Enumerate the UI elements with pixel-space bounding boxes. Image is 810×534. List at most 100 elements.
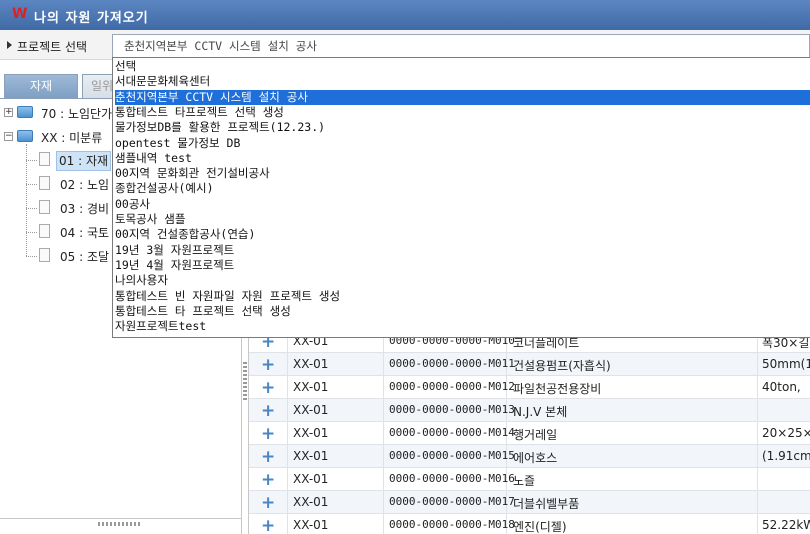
name-cell: N.J.V 본체 <box>513 405 568 419</box>
project-option[interactable]: 자원프로젝트test <box>115 319 810 334</box>
project-option[interactable]: 00지역 문화회관 전기설비공사 <box>115 166 810 181</box>
tree-item-child-03[interactable]: 03 : 경비 <box>60 200 109 220</box>
tree-item-unclassified[interactable]: XX : 미분류 <box>41 129 102 149</box>
tree-item-labor[interactable]: 70 : 노임단가 <box>41 105 112 125</box>
name-cell: 에어호스 <box>513 451 558 465</box>
column-separator <box>383 399 384 422</box>
category-cell: XX-01 <box>293 380 329 394</box>
tree-connector <box>26 232 37 233</box>
tree-connector <box>26 256 37 257</box>
category-cell: XX-01 <box>293 518 329 532</box>
project-option[interactable]: 춘천지역본부 CCTV 시스템 설치 공사 <box>115 89 810 105</box>
project-option[interactable]: 통합테스트 타프로젝트 선택 생성 <box>115 105 810 120</box>
spec-cell: 52.22kW, <box>762 518 810 532</box>
tree-connector <box>26 184 37 185</box>
column-separator <box>287 468 288 491</box>
panel-divider <box>0 518 242 519</box>
column-separator <box>287 353 288 376</box>
column-separator <box>383 422 384 445</box>
vertical-splitter-grip[interactable] <box>243 360 247 400</box>
collapse-icon[interactable]: − <box>4 132 13 141</box>
document-icon <box>39 176 50 190</box>
project-option[interactable]: 통합테스트 타 프로젝트 선택 생성 <box>115 304 810 319</box>
tree-item-child-05[interactable]: 05 : 조달 <box>60 248 109 268</box>
resource-grid: + XX-01 0000-0000-0000-M010 코너플레이트 폭30×길 + XX-… <box>248 330 810 534</box>
name-cell: 파일천공전용장비 <box>513 382 602 396</box>
project-option[interactable]: 서대문문화체육센터 <box>115 74 810 89</box>
add-icon[interactable]: + <box>261 493 275 513</box>
code-cell: 0000-0000-0000-M016 <box>389 472 515 485</box>
code-cell: 0000-0000-0000-M012 <box>389 380 515 393</box>
project-option[interactable]: opentest 물가정보 DB <box>115 136 810 151</box>
window-title: 나의 자원 가져오기 <box>34 11 149 26</box>
column-separator <box>757 445 758 468</box>
table-row[interactable]: + XX-01 0000-0000-0000-M013 N.J.V 본체 <box>249 399 810 422</box>
horizontal-splitter-grip[interactable] <box>98 522 142 526</box>
project-option[interactable]: 토목공사 샘플 <box>115 212 810 227</box>
category-cell: XX-01 <box>293 426 329 440</box>
column-separator <box>287 422 288 445</box>
table-row[interactable]: + XX-01 0000-0000-0000-M014 행거레일 20×25× <box>249 422 810 445</box>
column-separator <box>757 353 758 376</box>
add-icon[interactable]: + <box>261 447 275 467</box>
column-separator <box>383 376 384 399</box>
folder-icon <box>17 106 33 118</box>
add-icon[interactable]: + <box>261 401 275 421</box>
tree-connector <box>26 208 37 209</box>
table-row[interactable]: + XX-01 0000-0000-0000-M015에어호스 (1.91cm) <box>249 445 810 468</box>
column-separator <box>287 399 288 422</box>
table-row[interactable]: + XX-01 0000-0000-0000-M016 노즐 <box>249 468 810 491</box>
tree-item-child-01[interactable]: 01 : 자재 <box>56 151 112 171</box>
code-cell: 0000-0000-0000-M017 <box>389 495 515 508</box>
table-row[interactable]: + XX-01 0000-0000-0000-M018엔진(디젤) 52.22kW, <box>249 514 810 534</box>
column-separator <box>757 491 758 514</box>
tree-connector <box>26 160 37 161</box>
spec-cell: (1.91cm) <box>762 449 810 463</box>
project-option[interactable]: 선택 <box>115 59 810 74</box>
category-cell: XX-01 <box>293 403 329 417</box>
spec-cell: 40ton, <box>762 380 801 394</box>
project-option[interactable]: 나의사용자 <box>115 273 810 288</box>
project-select-value[interactable]: 춘천지역본부 CCTV 시스템 설치 공사 <box>124 38 317 54</box>
expand-icon[interactable]: + <box>4 108 13 117</box>
name-cell: 노즐 <box>513 474 536 488</box>
triangle-right-icon <box>7 41 12 49</box>
spec-cell: 20×25× <box>762 426 810 440</box>
table-row[interactable]: + XX-01 0000-0000-0000-M012 파일천공전용장비 40ton, <box>249 376 810 399</box>
table-row[interactable]: + XX-01 0000-0000-0000-M017 더블쉬벨부품 <box>249 491 810 514</box>
tree-item-child-04[interactable]: 04 : 국토 <box>60 224 109 244</box>
spec-cell: 50mm(1.4 <box>762 357 810 371</box>
tab-material[interactable]: 자재 <box>4 74 78 98</box>
category-cell: XX-01 <box>293 472 329 486</box>
name-cell: 행거레일 <box>513 428 558 442</box>
project-option[interactable]: 통합테스트 빈 자원파일 자원 프로젝트 생성 <box>115 289 810 304</box>
column-separator <box>383 468 384 491</box>
column-separator <box>757 514 758 534</box>
tree-item-child-02[interactable]: 02 : 노임 <box>60 176 109 196</box>
project-option[interactable]: 샘플내역 test <box>115 151 810 166</box>
add-icon[interactable]: + <box>261 378 275 398</box>
folder-open-icon <box>17 130 33 142</box>
title-bar: W 나의 자원 가져오기 <box>0 0 810 30</box>
code-cell: 0000-0000-0000-M013 <box>389 403 515 416</box>
add-icon[interactable]: + <box>261 516 275 534</box>
add-icon[interactable]: + <box>261 424 275 444</box>
column-separator <box>287 491 288 514</box>
project-option[interactable]: 19년 3월 자원프로젝트 <box>115 243 810 258</box>
project-dropdown-list: 선택 서대문문화체육센터 춘천지역본부 CCTV 시스템 설치 공사 통합테스트 타프… <box>112 57 810 338</box>
add-icon[interactable]: + <box>261 355 275 375</box>
column-separator <box>757 468 758 491</box>
category-cell: XX-01 <box>293 495 329 509</box>
project-option[interactable]: 물가정보DB를 활용한 프로젝트(12.23.) <box>115 120 810 135</box>
code-cell: 0000-0000-0000-M014 <box>389 426 515 439</box>
column-separator <box>383 491 384 514</box>
project-option[interactable]: 00공사 <box>115 197 810 212</box>
project-option[interactable]: 종합건설공사(예시) <box>115 181 810 196</box>
add-icon[interactable]: + <box>261 470 275 490</box>
table-row[interactable]: + XX-01 0000-0000-0000-M011 건설용펌프(자흡식) 50mm(… <box>249 353 810 376</box>
project-option[interactable]: 19년 4월 자원프로젝트 <box>115 258 810 273</box>
code-cell: 0000-0000-0000-M015 <box>389 449 515 462</box>
name-cell: 엔진(디젤) <box>513 520 567 534</box>
project-option[interactable]: 00지역 건설종합공사(연습) <box>115 227 810 242</box>
document-icon <box>39 224 50 238</box>
